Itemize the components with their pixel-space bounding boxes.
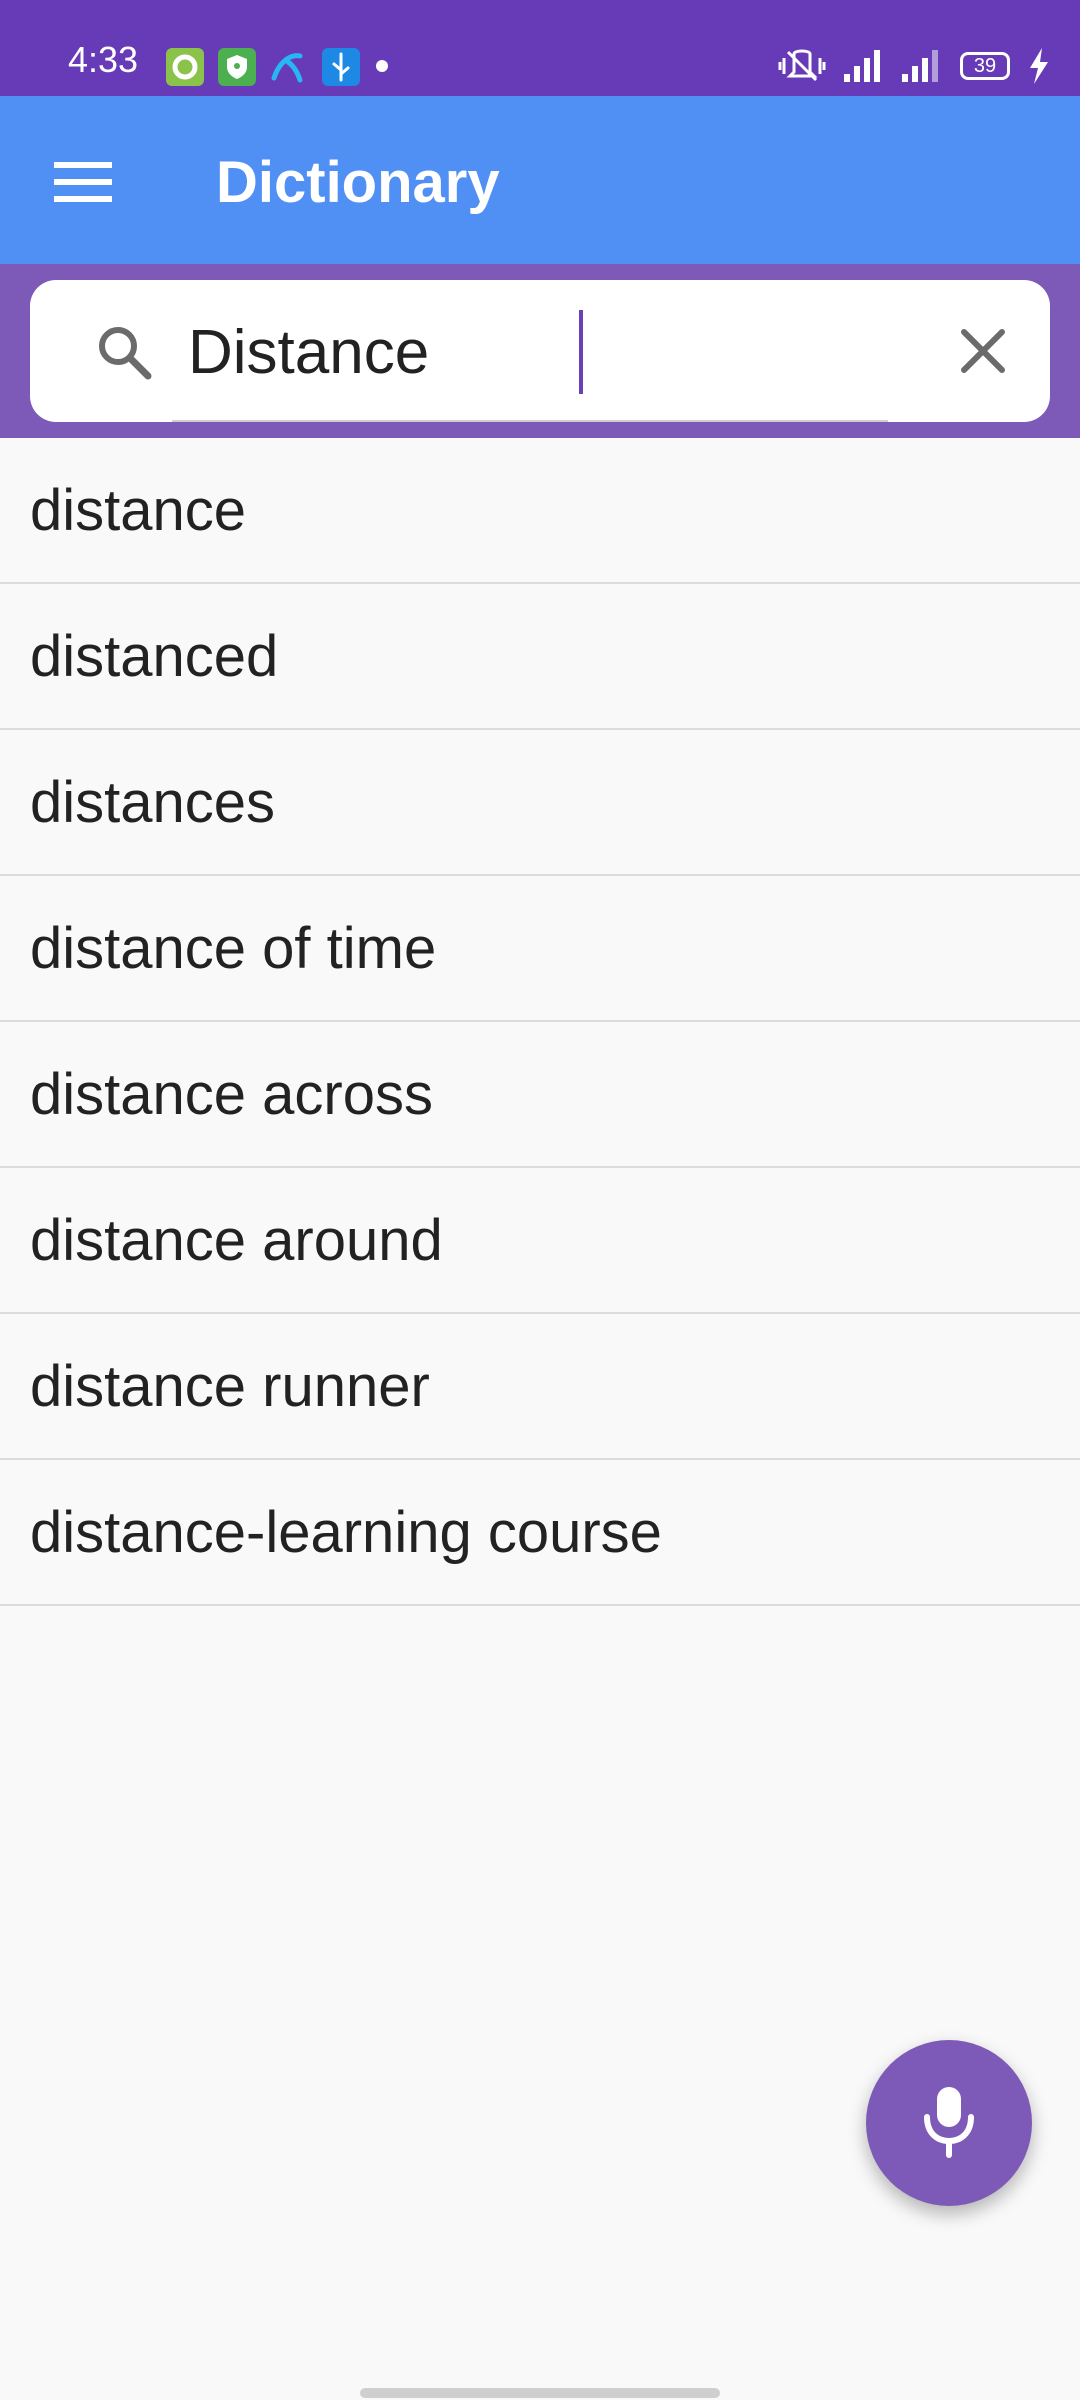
list-item[interactable]: distance: [0, 438, 1080, 584]
app-notification-icon: [166, 48, 204, 86]
list-item[interactable]: distance-learning course: [0, 1460, 1080, 1606]
charging-icon: [1030, 48, 1048, 84]
list-item[interactable]: distances: [0, 730, 1080, 876]
status-time: 4:33: [68, 39, 139, 80]
list-item[interactable]: distance around: [0, 1168, 1080, 1314]
voice-search-button[interactable]: [866, 2040, 1032, 2206]
results-list: distance distanced distances distance of…: [0, 438, 1080, 1606]
signal-icon: [902, 50, 938, 82]
search-field[interactable]: [172, 280, 888, 422]
signal-icon: [844, 50, 880, 82]
search-card: [30, 280, 1050, 422]
vibrate-icon: [778, 49, 826, 82]
text-caret: [579, 310, 583, 394]
app-bar: Dictionary: [0, 96, 1080, 264]
telenor-icon: [270, 48, 308, 86]
notification-dot: [376, 60, 388, 72]
list-item[interactable]: distance runner: [0, 1314, 1080, 1460]
search-band: [0, 264, 1080, 438]
battery-icon: 39: [960, 52, 1010, 80]
battery-level: 39: [973, 55, 997, 77]
search-input[interactable]: [188, 312, 888, 392]
status-bar: 4:33 39: [0, 0, 1080, 96]
close-icon: [961, 329, 1005, 373]
microphone-icon: [924, 2087, 974, 2158]
shield-icon: [218, 48, 256, 86]
status-right-icons: 39: [778, 46, 1050, 86]
clear-search-button[interactable]: [950, 318, 1016, 384]
hamburger-menu-icon: [54, 162, 112, 202]
list-item[interactable]: distance of time: [0, 876, 1080, 1022]
search-icon: [94, 322, 154, 382]
app-title: Dictionary: [216, 150, 500, 215]
list-item[interactable]: distance across: [0, 1022, 1080, 1168]
app-root: 4:33 39 Dictionary Distance distance dis…: [0, 0, 1080, 2400]
home-indicator: [360, 2388, 720, 2398]
list-item[interactable]: distanced: [0, 584, 1080, 730]
usb-icon: [322, 48, 360, 86]
menu-button[interactable]: [28, 134, 140, 230]
